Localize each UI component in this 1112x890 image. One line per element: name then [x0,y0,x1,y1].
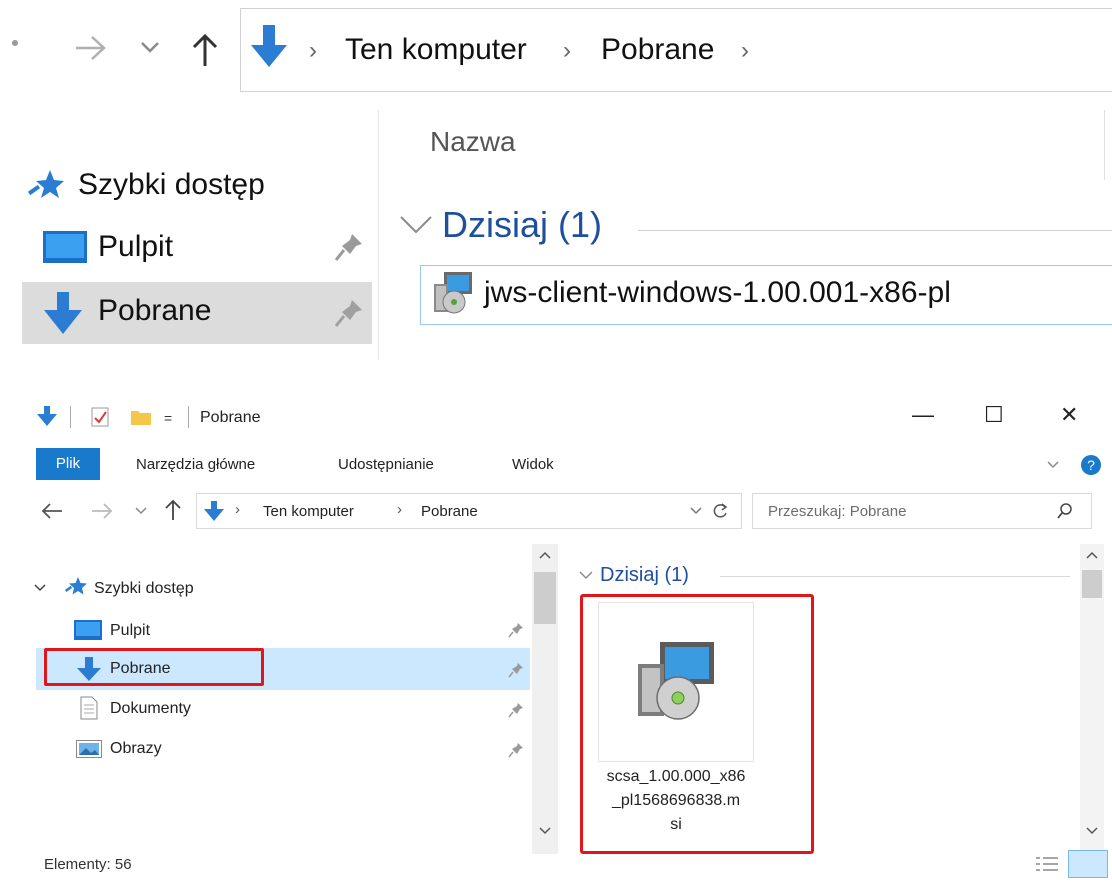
download-arrow-icon [203,499,225,523]
star-icon [64,576,88,596]
forward-arrow-icon[interactable] [90,502,114,520]
column-header-nazwa[interactable]: Nazwa [430,126,516,158]
sidebar-item-dokumenty[interactable]: Dokumenty [110,700,191,718]
sidebar-item-label: Pobrane [98,294,212,327]
pictures-icon [76,740,102,758]
pane-divider [378,110,379,360]
pin-icon[interactable] [508,662,524,678]
explorer-window: = Pobrane — ☐ ✕ Plik Narzędzia główne Ud… [0,372,1112,890]
up-arrow-icon[interactable] [164,498,182,522]
minimize-button[interactable]: — [912,402,934,428]
close-button[interactable]: ✕ [1060,402,1078,428]
maximize-button[interactable]: ☐ [984,402,1004,428]
pin-icon[interactable] [508,622,524,638]
chevron-down-icon[interactable] [578,570,594,580]
group-header-dzisiaj[interactable]: Dzisiaj (1) [600,564,689,587]
highlight-box [44,648,264,686]
msi-installer-icon [430,270,474,316]
search-placeholder: Przeszukaj: Pobrane [768,503,907,520]
status-item-count: Elementy: 56 [44,856,132,873]
sidebar-item-pulpit[interactable]: Pulpit [110,622,150,640]
new-folder-icon[interactable] [130,408,152,426]
scroll-down-icon[interactable] [538,826,552,836]
chevron-down-icon[interactable] [140,40,160,54]
document-icon [80,696,98,720]
window-title: Pobrane [200,409,261,426]
highlight-box [580,594,814,854]
file-name: jws-client-windows-1.00.001-x86-pl [484,276,951,309]
breadcrumb-ten-komputer[interactable]: Ten komputer [345,33,527,67]
scrollbar-thumb[interactable] [534,572,556,624]
breadcrumb-separator: › [397,501,402,518]
chevron-down-icon[interactable] [689,506,703,516]
title-separator [70,406,71,428]
search-icon[interactable] [1056,502,1074,520]
pin-icon[interactable] [334,232,364,262]
breadcrumb-separator: › [309,37,317,64]
up-arrow-icon[interactable] [190,32,220,68]
pin-icon[interactable] [508,702,524,718]
scroll-down-icon[interactable] [1085,826,1099,836]
scroll-up-icon[interactable] [1085,550,1099,560]
download-arrow-icon [42,290,84,336]
refresh-icon[interactable] [711,502,729,520]
desktop-icon [74,620,102,640]
chevron-down-icon[interactable] [134,506,148,516]
tiles-view-icon[interactable] [1068,850,1108,878]
download-arrow-icon [36,404,58,428]
chevron-down-icon[interactable] [398,214,434,236]
breadcrumb-separator: › [235,501,240,518]
group-divider [720,576,1070,577]
zoomed-explorer-panel: › Ten komputer › Pobrane › Szybki dostęp… [0,0,1112,360]
title-separator [188,406,189,428]
tab-udostepnianie[interactable]: Udostępnianie [338,456,434,473]
desktop-icon [42,230,88,264]
sidebar-item-szybki-dostep[interactable]: Szybki dostęp [94,580,194,598]
scrollbar-thumb[interactable] [1082,570,1102,598]
breadcrumb-separator: › [563,37,571,64]
group-divider [638,230,1112,231]
address-bar[interactable]: › Ten komputer › Pobrane › [240,8,1112,92]
sidebar-item-szybki-dostep[interactable]: Szybki dostęp [78,168,265,202]
tab-narzedzia-glowne[interactable]: Narzędzia główne [136,456,255,473]
scroll-up-icon[interactable] [538,550,552,560]
pin-icon[interactable] [508,742,524,758]
chevron-expand-icon[interactable] [34,582,46,592]
pin-icon[interactable] [334,298,364,328]
breadcrumb-pobrane[interactable]: Pobrane [421,503,478,520]
download-arrow-icon [249,23,289,71]
details-view-icon[interactable] [1034,854,1060,874]
chevron-down-icon[interactable] [1046,460,1060,470]
tab-widok[interactable]: Widok [512,456,554,473]
help-icon[interactable]: ? [1080,454,1102,476]
forward-arrow-icon[interactable] [74,34,108,62]
column-divider[interactable] [1104,110,1105,180]
breadcrumb-pobrane[interactable]: Pobrane [601,33,714,67]
back-arrow-icon[interactable] [40,502,64,520]
breadcrumb-ten-komputer[interactable]: Ten komputer [263,503,354,520]
quick-access-dropdown[interactable]: = [164,410,172,426]
svg-text:?: ? [1087,457,1095,473]
sidebar-item-obrazy[interactable]: Obrazy [110,740,162,758]
sidebar-item-pulpit[interactable]: Pulpit [98,230,173,264]
tab-plik[interactable]: Plik [36,448,100,480]
star-icon [26,168,66,200]
address-bar[interactable]: › Ten komputer › Pobrane [196,493,742,529]
back-button[interactable] [12,40,24,52]
properties-icon[interactable] [90,406,110,428]
breadcrumb-separator: › [741,37,749,64]
group-header-dzisiaj[interactable]: Dzisiaj (1) [442,204,602,246]
